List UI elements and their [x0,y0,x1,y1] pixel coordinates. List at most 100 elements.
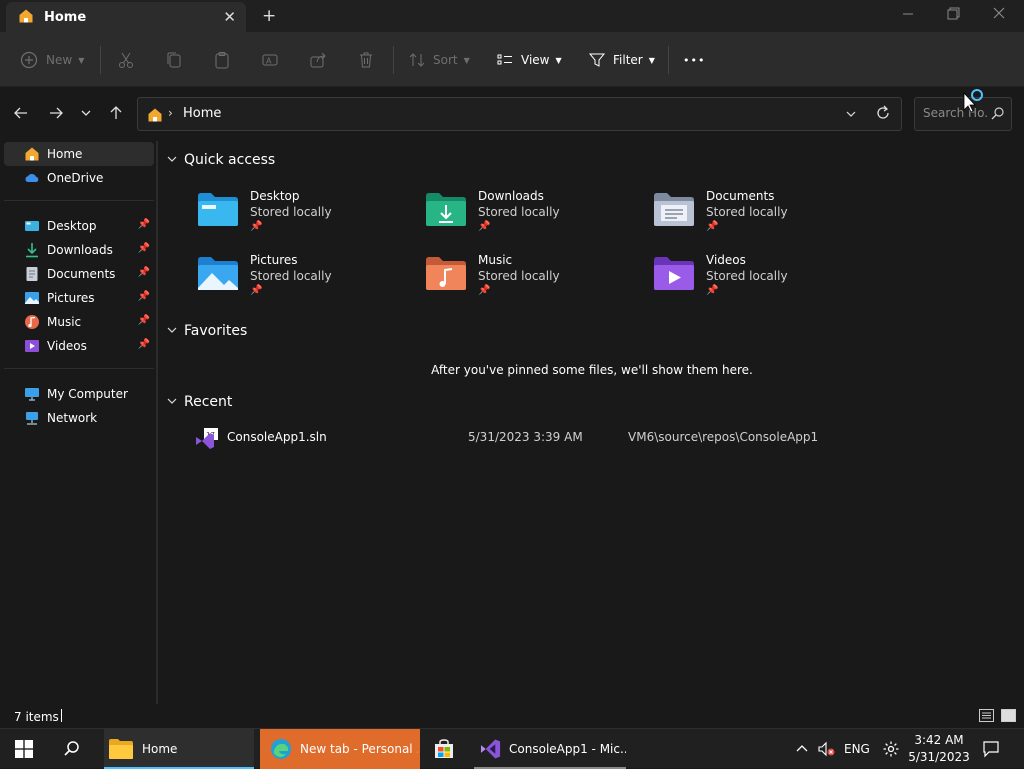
pin-icon[interactable]: 📌 [138,243,150,254]
settings-gear-icon[interactable] [882,729,900,769]
new-tab-button[interactable]: + [262,6,276,26]
quick-access-pictures[interactable]: Pictures Stored locally 📌 [196,249,416,309]
pin-icon: 📌 [250,285,263,296]
item-name: Documents [706,189,775,203]
plus-circle-icon [20,51,38,69]
clock-date: 5/31/2023 [908,750,970,764]
close-tab-icon[interactable]: ✕ [223,8,236,26]
show-hidden-icons-chevron-icon[interactable] [796,729,808,769]
sidebar-item-network[interactable]: Network [4,406,154,430]
item-count: 7 items [14,710,59,724]
recent-locations-chevron-icon[interactable] [80,105,92,125]
start-button[interactable] [15,729,33,769]
quick-access-videos[interactable]: Videos Stored locally 📌 [652,249,872,309]
recent-header[interactable]: Recent [166,394,232,410]
quick-access-music[interactable]: Music Stored locally 📌 [424,249,644,309]
rename-icon[interactable]: A [261,49,279,71]
sidebar-item-label: OneDrive [47,171,104,185]
title-bar: Home ✕ + [0,0,1024,32]
notifications-icon[interactable] [982,729,1000,769]
sidebar-item-onedrive[interactable]: OneDrive [4,166,154,190]
divider [393,46,394,74]
up-icon[interactable] [108,105,124,125]
pin-icon: 📌 [706,285,719,296]
pin-icon[interactable]: 📌 [138,315,150,326]
sidebar-item-desktop[interactable]: Desktop 📌 [4,214,154,238]
quick-access-downloads[interactable]: Downloads Stored locally 📌 [424,185,644,245]
maximize-icon[interactable] [946,4,960,28]
taskbar-app-store[interactable] [428,729,462,769]
tab-home[interactable]: Home ✕ [6,2,246,32]
music-icon [24,314,40,330]
new-button[interactable]: New ▼ [20,49,84,71]
downloads-icon [24,242,40,258]
sort-icon [409,53,425,67]
sidebar-item-pictures[interactable]: Pictures 📌 [4,286,154,310]
details-view-icon[interactable] [979,709,994,722]
item-status: Stored locally [250,205,332,219]
volume-muted-icon[interactable] [818,729,836,769]
new-label: New [46,53,73,67]
search-icon[interactable] [991,106,1005,125]
pin-icon[interactable]: 📌 [138,291,150,302]
quick-access-documents[interactable]: Documents Stored locally 📌 [652,185,872,245]
sidebar-item-music[interactable]: Music 📌 [4,310,154,334]
view-button[interactable]: View ▼ [496,49,562,71]
section-title: Favorites [184,323,248,339]
quick-access-header[interactable]: Quick access [166,152,275,168]
copy-icon[interactable] [165,49,183,71]
pin-icon[interactable]: 📌 [138,339,150,350]
clock[interactable]: 3:42 AM 5/31/2023 [908,732,970,766]
sidebar-item-videos[interactable]: Videos 📌 [4,334,154,358]
view-icon [497,54,512,65]
search-button[interactable] [63,729,81,769]
back-icon[interactable] [13,105,29,125]
breadcrumb-chevron-icon[interactable]: › [168,106,173,120]
close-window-icon[interactable] [992,4,1006,28]
network-icon [24,410,40,426]
taskbar-app-edge[interactable]: New tab - Personal ... [260,729,420,769]
input-language[interactable]: ENG [844,729,870,769]
sort-button[interactable]: Sort ▼ [408,49,470,71]
home-icon [18,8,34,27]
command-bar: New ▼ A Sort ▼ View ▼ Filter ▼ ••• [0,32,1024,87]
quick-access-desktop[interactable]: Desktop Stored locally 📌 [196,185,416,245]
address-bar[interactable]: › Home [137,97,902,131]
taskbar-app-file-explorer[interactable]: Home [104,729,254,769]
pin-icon: 📌 [478,221,491,232]
tab-title: Home [44,9,87,25]
svg-text:A: A [266,57,272,66]
documents-icon [24,266,40,282]
address-history-chevron-icon[interactable] [845,106,857,125]
sidebar-item-documents[interactable]: Documents 📌 [4,262,154,286]
delete-icon[interactable] [357,49,375,71]
more-options-button[interactable]: ••• [683,49,705,71]
recent-file-row[interactable]: 17 ConsoleApp1.sln 5/31/2023 3:39 AM VM6… [190,425,890,449]
favorites-header[interactable]: Favorites [166,323,247,339]
sidebar-item-label: Music [47,315,82,329]
paste-icon[interactable] [213,49,231,71]
filter-button[interactable]: Filter ▼ [588,49,655,71]
forward-icon[interactable] [48,105,64,125]
chevron-down-icon: ▼ [555,55,562,65]
tiles-view-icon[interactable] [1001,709,1016,722]
documents-folder-icon [654,193,694,226]
minimize-icon[interactable] [902,4,914,28]
refresh-icon[interactable] [875,104,891,126]
item-status: Stored locally [706,269,788,283]
visual-studio-icon [480,739,501,759]
pin-icon[interactable]: 📌 [138,267,150,278]
sidebar-item-my-computer[interactable]: My Computer [4,382,154,406]
chevron-down-icon [166,325,178,338]
sidebar-item-downloads[interactable]: Downloads 📌 [4,238,154,262]
cut-icon[interactable] [117,49,135,71]
busy-cursor-icon [963,89,983,113]
pin-icon[interactable]: 📌 [138,219,150,230]
edge-icon [271,739,291,759]
computer-icon [24,386,40,402]
share-icon[interactable] [309,49,327,71]
taskbar-app-visual-studio[interactable]: ConsoleApp1 - Mic... [474,729,626,769]
sidebar-item-home[interactable]: Home [4,142,154,166]
breadcrumb[interactable]: Home [183,106,221,121]
chevron-down-icon [166,154,178,167]
